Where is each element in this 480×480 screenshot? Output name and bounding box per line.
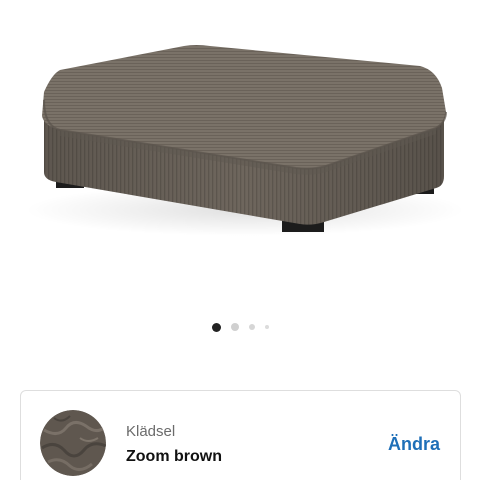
upholstery-label: Klädsel bbox=[126, 423, 176, 440]
ottoman-image bbox=[25, 45, 465, 236]
carousel-dot-4[interactable] bbox=[264, 325, 269, 329]
image-carousel-dots bbox=[0, 320, 480, 334]
fabric-swatch-image bbox=[40, 410, 106, 476]
carousel-dot-2[interactable] bbox=[230, 323, 239, 331]
upholstery-selector-card[interactable]: Klädsel Zoom brown Ändra bbox=[20, 390, 461, 480]
carousel-dot-1-active[interactable] bbox=[211, 322, 221, 332]
upholstery-value: Zoom brown bbox=[126, 448, 222, 465]
carousel-dot-3[interactable] bbox=[248, 324, 255, 330]
change-upholstery-button[interactable]: Ändra bbox=[388, 434, 440, 455]
product-image bbox=[0, 0, 480, 300]
